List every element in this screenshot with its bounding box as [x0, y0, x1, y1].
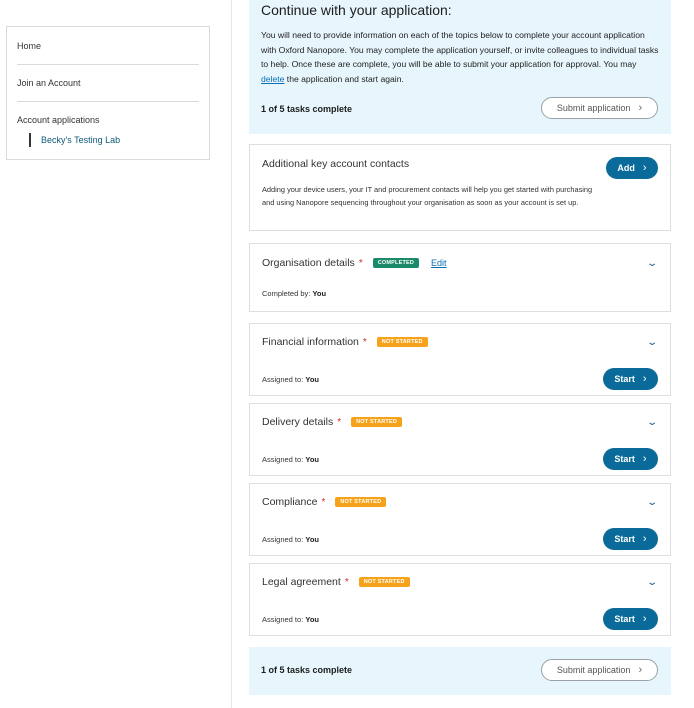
task-assignee: Assigned to: You — [262, 615, 319, 624]
required-marker: * — [344, 576, 349, 588]
task-card-legal-agreement: Legal agreement * NOT STARTED ⌄ Assigned… — [249, 563, 671, 636]
status-badge: NOT STARTED — [358, 577, 410, 587]
task-title-text: Organisation details — [262, 257, 355, 269]
chevron-right-icon: › — [642, 613, 647, 625]
application-footer-panel: 1 of 5 tasks complete Submit application… — [249, 647, 671, 695]
submit-application-button[interactable]: Submit application › — [541, 97, 658, 119]
task-title: Financial information * NOT STARTED — [262, 336, 428, 348]
start-button-label: Start — [614, 454, 635, 464]
task-assignee: Assigned to: You — [262, 455, 319, 464]
assignee-label: Assigned to: — [262, 375, 304, 384]
task-title-text: Compliance — [262, 496, 318, 508]
assignee-value: You — [305, 375, 319, 384]
assignee-label: Assigned to: — [262, 535, 304, 544]
submit-application-button[interactable]: Submit application › — [541, 659, 658, 681]
divider — [17, 64, 199, 65]
delete-application-link[interactable]: delete — [261, 74, 284, 84]
chevron-down-icon[interactable]: ⌄ — [646, 417, 658, 428]
task-card-delivery-details: Delivery details * NOT STARTED ⌄ Assigne… — [249, 403, 671, 476]
additional-contacts-card: Additional key account contacts Adding y… — [249, 144, 671, 231]
status-badge: COMPLETED — [372, 258, 420, 268]
contacts-title-text: Additional key account contacts — [262, 158, 410, 170]
assignee-label: Assigned to: — [262, 615, 304, 624]
intro-text-1: You will need to provide information on … — [261, 30, 659, 70]
required-marker: * — [362, 336, 367, 348]
sidebar-item-account-applications[interactable]: Account applications — [7, 115, 209, 125]
task-title-text: Legal agreement — [262, 576, 341, 588]
start-button[interactable]: Start › — [603, 448, 658, 470]
chevron-down-icon[interactable]: ⌄ — [646, 337, 658, 348]
status-badge: NOT STARTED — [335, 497, 387, 507]
divider — [17, 101, 199, 102]
chevron-down-icon[interactable]: ⌄ — [646, 497, 658, 508]
task-assignee: Assigned to: You — [262, 375, 319, 384]
status-badge: NOT STARTED — [376, 337, 428, 347]
contacts-description: Adding your device users, your IT and pr… — [262, 185, 593, 207]
assignee-value: You — [305, 615, 319, 624]
intro-description: You will need to provide information on … — [261, 28, 659, 86]
start-button[interactable]: Start › — [603, 608, 658, 630]
page-title: Continue with your application: — [261, 2, 452, 18]
chevron-right-icon: › — [638, 102, 643, 114]
start-button[interactable]: Start › — [603, 368, 658, 390]
sidebar-item-join-account[interactable]: Join an Account — [7, 78, 209, 88]
task-title-text: Financial information — [262, 336, 359, 348]
required-marker: * — [358, 257, 363, 269]
assignee-value: You — [305, 455, 319, 464]
chevron-right-icon: › — [638, 664, 643, 676]
task-card-financial-information: Financial information * NOT STARTED ⌄ As… — [249, 323, 671, 396]
edit-link[interactable]: Edit — [431, 258, 447, 268]
chevron-down-icon[interactable]: ⌄ — [646, 258, 658, 269]
chevron-right-icon: › — [642, 453, 647, 465]
submit-application-label: Submit application — [556, 665, 631, 675]
chevron-right-icon: › — [642, 533, 647, 545]
content-divider — [231, 0, 232, 708]
required-marker: * — [337, 416, 342, 428]
start-button-label: Start — [614, 614, 635, 624]
tasks-progress: 1 of 5 tasks complete — [261, 104, 353, 114]
task-title: Legal agreement * NOT STARTED — [262, 576, 410, 588]
intro-text-2: the application and start again. — [284, 73, 404, 84]
start-button-label: Start — [614, 534, 635, 544]
task-title: Delivery details * NOT STARTED — [262, 416, 403, 428]
task-title: Compliance * NOT STARTED — [262, 496, 387, 508]
task-assignee: Completed by: You — [262, 289, 326, 298]
start-button-label: Start — [614, 374, 635, 384]
assignee-label: Completed by: — [262, 289, 311, 298]
sidebar-nav: Home Join an Account Account application… — [6, 26, 210, 160]
add-contacts-button[interactable]: Add › — [606, 157, 658, 179]
assignee-value: You — [305, 535, 319, 544]
task-card-organisation-details: Organisation details * COMPLETED Edit ⌄ … — [249, 243, 671, 312]
task-assignee: Assigned to: You — [262, 535, 319, 544]
add-button-label: Add — [617, 163, 635, 173]
assignee-value: You — [312, 289, 327, 298]
chevron-right-icon: › — [642, 373, 647, 385]
start-button[interactable]: Start › — [603, 528, 658, 550]
contacts-title: Additional key account contacts — [262, 158, 409, 170]
chevron-right-icon: › — [642, 162, 647, 174]
status-badge: NOT STARTED — [351, 417, 403, 427]
sidebar-subitem-current-application[interactable]: Becky's Testing Lab — [29, 133, 120, 147]
task-card-compliance: Compliance * NOT STARTED ⌄ Assigned to: … — [249, 483, 671, 556]
application-intro-panel: Continue with your application: You will… — [249, 0, 671, 134]
task-title-text: Delivery details — [262, 416, 334, 428]
sidebar-item-home[interactable]: Home — [7, 41, 209, 51]
assignee-label: Assigned to: — [262, 455, 304, 464]
required-marker: * — [321, 496, 326, 508]
submit-application-label: Submit application — [556, 103, 631, 113]
task-title: Organisation details * COMPLETED Edit — [262, 257, 447, 269]
chevron-down-icon[interactable]: ⌄ — [646, 577, 658, 588]
tasks-progress: 1 of 5 tasks complete — [261, 665, 353, 675]
